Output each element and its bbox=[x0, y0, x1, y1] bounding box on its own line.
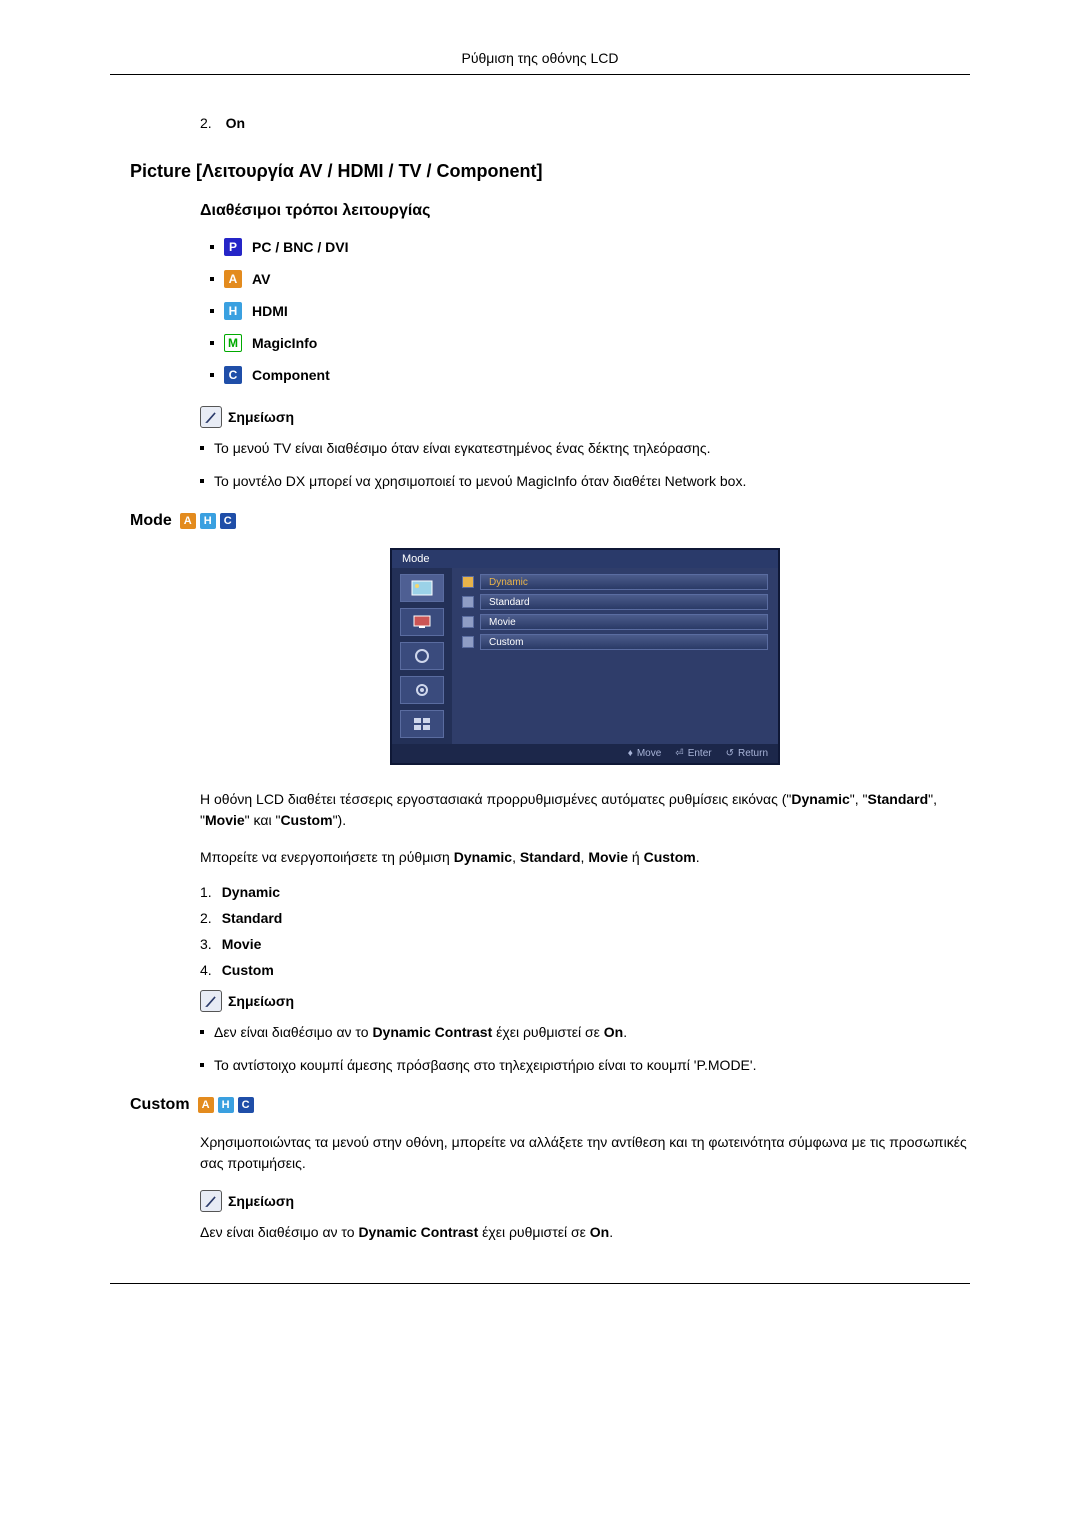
mode-label: AV bbox=[252, 271, 270, 287]
c-icon: C bbox=[224, 366, 242, 384]
move-icon: ♦ bbox=[628, 748, 633, 759]
osd-side-picture-icon bbox=[400, 574, 444, 602]
note-text: Το μενού TV είναι διαθέσιμο όταν είναι ε… bbox=[214, 438, 710, 459]
osd-sidebar bbox=[392, 568, 452, 744]
note-heading: Σημείωση bbox=[228, 993, 294, 1009]
m-icon: M bbox=[224, 334, 242, 352]
mode-badges: A H C bbox=[180, 513, 236, 529]
osd-option-label: Movie bbox=[480, 614, 768, 630]
mode-description-1: Η οθόνη LCD διαθέτει τέσσερις εργοστασια… bbox=[200, 789, 970, 831]
custom-description: Χρησιμοποιώντας τα μενού στην οθόνη, μπο… bbox=[200, 1132, 970, 1174]
osd-option-label: Dynamic bbox=[480, 574, 768, 590]
note2-bullet2: Το αντίστοιχο κουμπί άμεσης πρόσβασης στ… bbox=[200, 1055, 970, 1076]
note-text: Το μοντέλο DX μπορεί να χρησιμοποιεί το … bbox=[214, 471, 746, 492]
mode-label: MagicInfo bbox=[252, 335, 317, 351]
c-icon: C bbox=[238, 1097, 254, 1113]
mode-item-hdmi: H HDMI bbox=[210, 302, 970, 320]
osd-footer-move: Move bbox=[637, 748, 661, 759]
mode-item-av: A AV bbox=[210, 270, 970, 288]
osd-side-sound-icon bbox=[400, 642, 444, 670]
osd-footer-return: Return bbox=[738, 748, 768, 759]
return-icon: ↺ bbox=[726, 748, 734, 759]
osd-option-label: Standard bbox=[480, 594, 768, 610]
osd-title: Mode bbox=[392, 550, 778, 568]
osd-option-label: Custom bbox=[480, 634, 768, 650]
note-heading: Σημείωση bbox=[228, 409, 294, 425]
bullet-dot bbox=[200, 1063, 204, 1067]
osd-side-display-icon bbox=[400, 608, 444, 636]
mode-label: Component bbox=[252, 367, 330, 383]
checkbox-icon bbox=[462, 576, 474, 588]
enum-label: Standard bbox=[222, 910, 283, 926]
mode-label: HDMI bbox=[252, 303, 288, 319]
osd-side-multi-icon bbox=[400, 710, 444, 738]
bullet-dot bbox=[200, 479, 204, 483]
a-icon: A bbox=[198, 1097, 214, 1113]
checkbox-icon bbox=[462, 596, 474, 608]
heading-picture: Picture [Λειτουργία AV / HDMI / TV / Com… bbox=[130, 161, 970, 182]
mode-item-magicinfo: M MagicInfo bbox=[210, 334, 970, 352]
enum-label: Custom bbox=[222, 962, 274, 978]
page-header: Ρύθμιση της οθόνης LCD bbox=[110, 50, 970, 75]
enum-item-on: 2. On bbox=[130, 115, 970, 131]
bullet-dot bbox=[210, 245, 214, 249]
osd-option-list: Dynamic Standard Movie Custom bbox=[452, 568, 778, 744]
p-icon: P bbox=[224, 238, 242, 256]
custom-badges: A H C bbox=[198, 1097, 254, 1113]
note-text: Το αντίστοιχο κουμπί άμεσης πρόσβασης στ… bbox=[214, 1055, 756, 1076]
mode-enum-2: 2.Standard bbox=[200, 910, 970, 926]
mode-item-component: C Component bbox=[210, 366, 970, 384]
osd-side-setup-icon bbox=[400, 676, 444, 704]
heading-custom: Custom bbox=[130, 1096, 190, 1114]
mode-enum-1: 1.Dynamic bbox=[200, 884, 970, 900]
c-icon: C bbox=[220, 513, 236, 529]
note-heading: Σημείωση bbox=[228, 1193, 294, 1209]
mode-label: PC / BNC / DVI bbox=[252, 239, 348, 255]
osd-option-custom: Custom bbox=[462, 634, 768, 650]
note3-text: Δεν είναι διαθέσιμο αν το Dynamic Contra… bbox=[200, 1222, 970, 1243]
bullet-dot bbox=[200, 446, 204, 450]
bullet-dot bbox=[200, 1030, 204, 1034]
bullet-dot bbox=[210, 277, 214, 281]
note1-bullet1: Το μενού TV είναι διαθέσιμο όταν είναι ε… bbox=[200, 438, 970, 459]
a-icon: A bbox=[180, 513, 196, 529]
bullet-dot bbox=[210, 373, 214, 377]
bullet-dot bbox=[210, 309, 214, 313]
note1-bullet2: Το μοντέλο DX μπορεί να χρησιμοποιεί το … bbox=[200, 471, 970, 492]
note-icon bbox=[200, 406, 222, 428]
note-text: Δεν είναι διαθέσιμο αν το Dynamic Contra… bbox=[214, 1022, 627, 1043]
osd-menu-screenshot: Mode Dynamic Standard Movie Custom bbox=[390, 548, 780, 765]
h-icon: H bbox=[224, 302, 242, 320]
osd-footer: ♦ Move ⏎ Enter ↺ Return bbox=[392, 744, 778, 763]
enum-label: Dynamic bbox=[222, 884, 280, 900]
mode-description-2: Μπορείτε να ενεργοποιήσετε τη ρύθμιση Dy… bbox=[200, 847, 970, 868]
osd-footer-enter: Enter bbox=[688, 748, 712, 759]
osd-option-movie: Movie bbox=[462, 614, 768, 630]
enum-label: Movie bbox=[222, 936, 262, 952]
checkbox-icon bbox=[462, 636, 474, 648]
heading-available-modes: Διαθέσιμοι τρόποι λειτουργίας bbox=[200, 202, 430, 220]
bottom-divider bbox=[110, 1283, 970, 1284]
a-icon: A bbox=[224, 270, 242, 288]
osd-option-standard: Standard bbox=[462, 594, 768, 610]
bullet-dot bbox=[210, 341, 214, 345]
enum-number: 2. bbox=[200, 115, 212, 131]
osd-option-dynamic: Dynamic bbox=[462, 574, 768, 590]
note-icon bbox=[200, 990, 222, 1012]
heading-mode: Mode bbox=[130, 512, 172, 530]
note2-bullet1: Δεν είναι διαθέσιμο αν το Dynamic Contra… bbox=[200, 1022, 970, 1043]
mode-item-pc: P PC / BNC / DVI bbox=[210, 238, 970, 256]
h-icon: H bbox=[218, 1097, 234, 1113]
checkbox-icon bbox=[462, 616, 474, 628]
note-icon bbox=[200, 1190, 222, 1212]
enter-icon: ⏎ bbox=[675, 748, 683, 759]
enum-label: On bbox=[226, 115, 245, 131]
mode-enum-4: 4.Custom bbox=[200, 962, 970, 978]
h-icon: H bbox=[200, 513, 216, 529]
mode-enum-3: 3.Movie bbox=[200, 936, 970, 952]
